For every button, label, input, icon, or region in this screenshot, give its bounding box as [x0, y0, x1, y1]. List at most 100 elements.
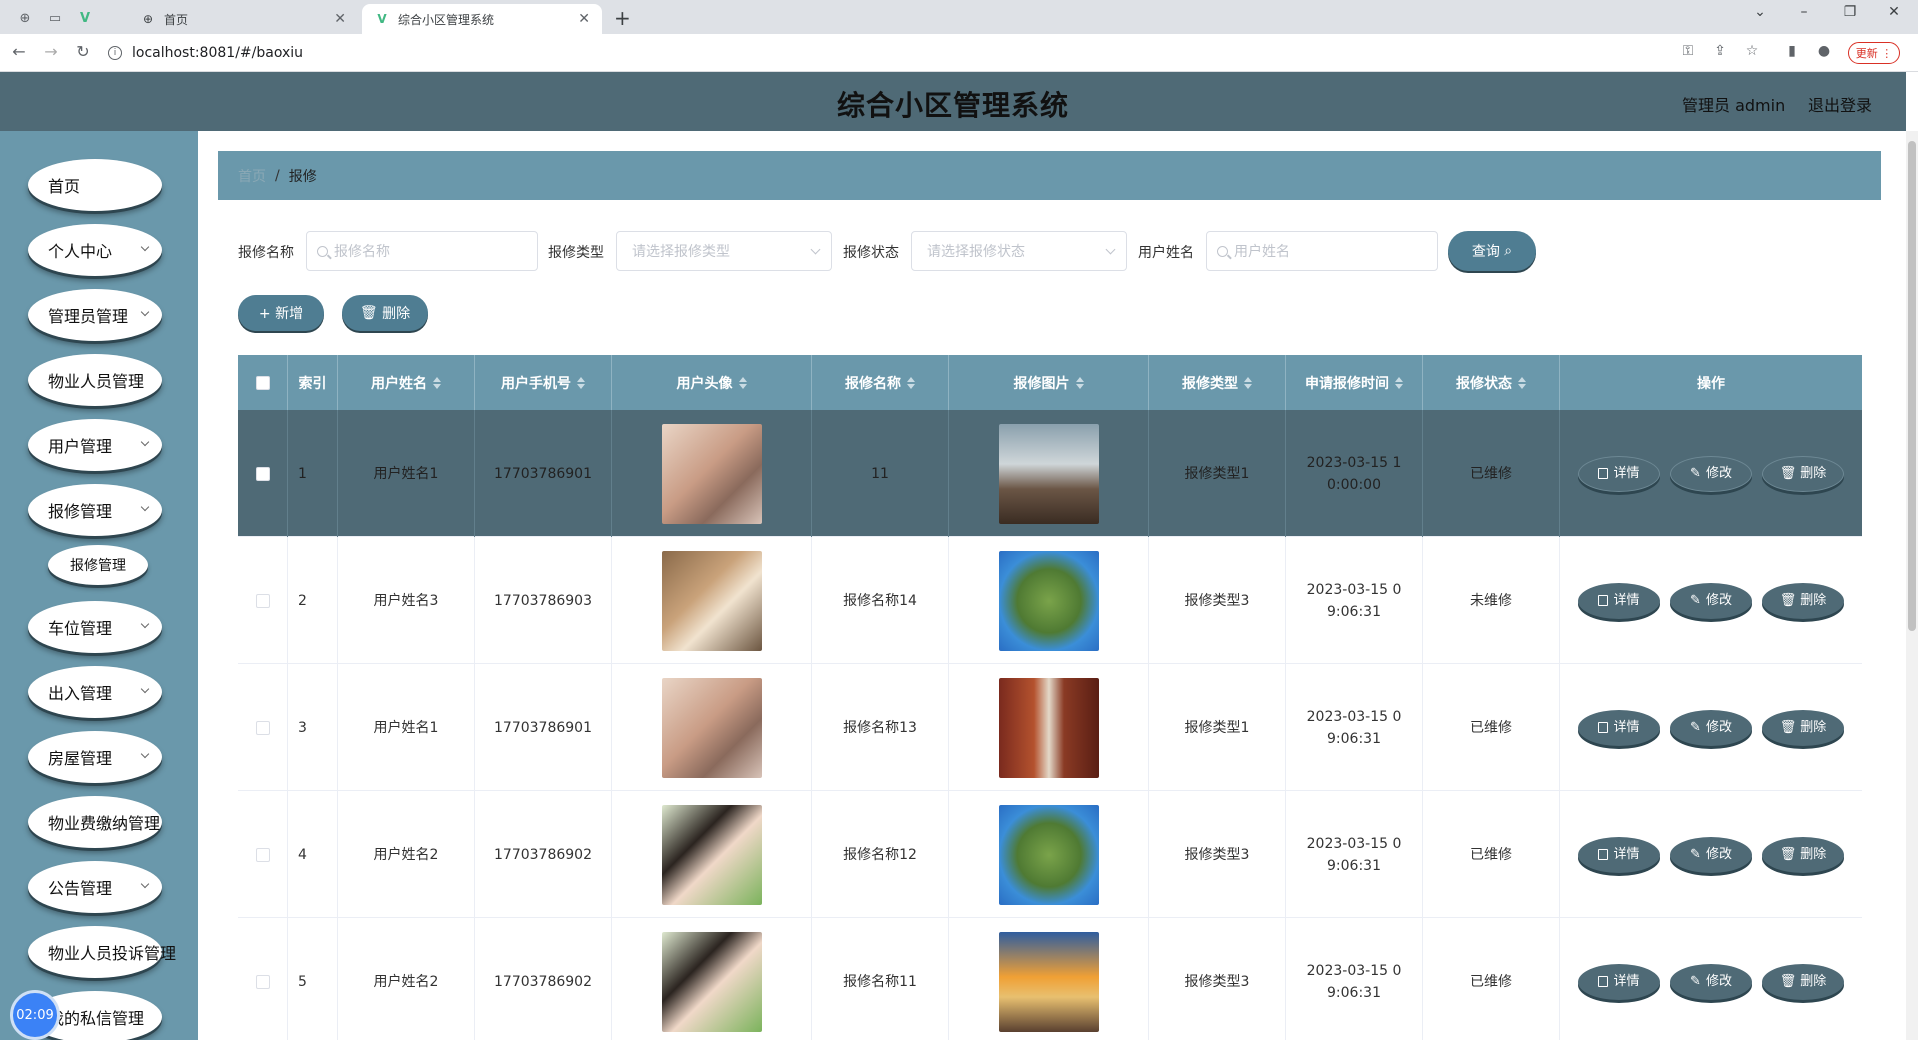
url-input[interactable]: i localhost:8081/#/baoxiu — [108, 39, 1668, 67]
sort-icon[interactable] — [577, 376, 585, 389]
repair-image[interactable] — [998, 804, 1099, 905]
sidebar-item-admins[interactable]: 管理员管理 — [28, 289, 162, 341]
add-button[interactable]: + 新增 — [238, 295, 324, 331]
browser-tab-active[interactable]: V 综合小区管理系统 ✕ — [362, 4, 602, 34]
avatar-image[interactable] — [661, 931, 762, 1032]
sidebar-item-complaints[interactable]: 物业人员投诉管理 — [28, 926, 176, 978]
profile-icon[interactable]: ● — [1814, 43, 1834, 59]
edit-button[interactable]: ✎ 修改 — [1670, 709, 1752, 746]
detail-button[interactable]: 详情 — [1578, 455, 1660, 492]
back-icon[interactable]: ← — [8, 42, 30, 61]
sidebar-item-notices[interactable]: 公告管理 — [28, 861, 162, 913]
new-tab-button[interactable]: + — [614, 6, 631, 30]
scrollbar-thumb[interactable] — [1908, 141, 1916, 631]
detail-button[interactable]: 详情 — [1578, 836, 1660, 873]
sort-icon[interactable] — [1395, 376, 1403, 389]
repair-image[interactable] — [998, 931, 1099, 1032]
sidebar-item-staff[interactable]: 物业人员管理 — [28, 354, 162, 406]
sidebar-item-users[interactable]: 用户管理 — [28, 419, 162, 471]
sort-icon[interactable] — [1244, 376, 1252, 389]
detail-button[interactable]: 详情 — [1578, 582, 1660, 619]
page-scrollbar[interactable] — [1906, 131, 1918, 1040]
breadcrumb-home[interactable]: 首页 — [238, 166, 266, 186]
col-time[interactable]: 申请报修时间 — [1286, 355, 1423, 410]
select-all-checkbox[interactable] — [255, 375, 270, 390]
star-icon[interactable]: ☆ — [1742, 43, 1762, 59]
col-avatar[interactable]: 用户头像 — [612, 355, 812, 410]
key-icon[interactable]: ⚿ — [1678, 43, 1698, 59]
vue-icon[interactable]: V — [74, 7, 96, 29]
info-icon[interactable]: i — [108, 46, 122, 60]
table-row[interactable]: 2 用户姓名3 17703786903 报修名称14 报修类型3 2023-03-15 0… — [238, 537, 1862, 664]
col-status[interactable]: 报修状态 — [1423, 355, 1560, 410]
edit-button[interactable]: ✎ 修改 — [1670, 836, 1752, 873]
reload-icon[interactable]: ↻ — [72, 42, 94, 61]
row-checkbox[interactable] — [255, 593, 270, 608]
sort-icon[interactable] — [433, 376, 441, 389]
sidebar-item-fees[interactable]: 物业费缴纳管理 — [28, 796, 162, 848]
edit-button[interactable]: ✎ 修改 — [1670, 455, 1752, 492]
avatar-image[interactable] — [661, 677, 762, 778]
query-button[interactable]: 查询 ⌕ — [1448, 231, 1536, 271]
sort-icon[interactable] — [1518, 376, 1526, 389]
avatar-image[interactable] — [661, 804, 762, 905]
table-row[interactable]: 1 用户姓名1 17703786901 11 报修类型1 2023-03-15 10:00… — [238, 410, 1862, 537]
globe-icon[interactable]: ⊕ — [14, 7, 36, 29]
repair-image[interactable] — [998, 423, 1099, 524]
delete-button[interactable]: 🗑 删除 — [1762, 582, 1844, 619]
sidebar-item-home[interactable]: 首页 — [28, 159, 162, 211]
close-icon[interactable]: ✕ — [334, 11, 346, 27]
select-repair-status[interactable]: 请选择报修状态 — [911, 231, 1127, 271]
table-row[interactable]: 4 用户姓名2 17703786902 报修名称12 报修类型3 2023-03-15 0… — [238, 791, 1862, 918]
sidebar-item-access[interactable]: 出入管理 — [28, 666, 162, 718]
sort-icon[interactable] — [1075, 376, 1084, 389]
select-repair-type[interactable]: 请选择报修类型 — [616, 231, 832, 271]
avatar-image[interactable] — [661, 423, 762, 524]
search-input-title[interactable]: 报修名称 — [306, 231, 538, 271]
sidebar-item-repairs[interactable]: 报修管理 — [28, 484, 162, 536]
search-input-username[interactable]: 用户姓名 — [1206, 231, 1438, 271]
minimize-button[interactable]: – — [1784, 4, 1824, 20]
edit-button[interactable]: ✎ 修改 — [1670, 582, 1752, 619]
row-checkbox[interactable] — [255, 466, 270, 481]
close-icon[interactable]: ✕ — [578, 11, 590, 27]
col-type[interactable]: 报修类型 — [1149, 355, 1286, 410]
sidebar-item-profile[interactable]: 个人中心 — [28, 224, 162, 276]
bulk-delete-button[interactable]: 🗑 删除 — [342, 295, 428, 331]
share-icon[interactable]: ⇪ — [1710, 43, 1730, 59]
sort-icon[interactable] — [738, 376, 747, 389]
browser-tab-home[interactable]: ⊕ 首页 ✕ — [128, 4, 358, 34]
close-window-button[interactable]: ✕ — [1874, 4, 1914, 20]
row-checkbox[interactable] — [255, 847, 270, 862]
col-phone[interactable]: 用户手机号 — [475, 355, 612, 410]
delete-button[interactable]: 🗑 删除 — [1762, 455, 1844, 492]
clock-badge[interactable]: 02:09 — [10, 990, 60, 1040]
sidepanel-icon[interactable]: ▮ — [1782, 43, 1802, 59]
delete-button[interactable]: 🗑 删除 — [1762, 709, 1844, 746]
detail-button[interactable]: 详情 — [1578, 963, 1660, 1000]
avatar-image[interactable] — [661, 550, 762, 651]
sidebar-subitem-repairs[interactable]: 报修管理 — [48, 545, 148, 585]
sidebar-item-parking[interactable]: 车位管理 — [28, 601, 162, 653]
repair-image[interactable] — [998, 550, 1099, 651]
sidebar-item-houses[interactable]: 房屋管理 — [28, 731, 162, 783]
col-title[interactable]: 报修名称 — [812, 355, 949, 410]
sort-icon[interactable] — [907, 376, 915, 389]
delete-button[interactable]: 🗑 删除 — [1762, 836, 1844, 873]
page-icon[interactable]: ▭ — [44, 7, 66, 29]
repair-image[interactable] — [998, 677, 1099, 778]
tab-search-icon[interactable]: ⌄ — [1740, 4, 1780, 20]
edit-button[interactable]: ✎ 修改 — [1670, 963, 1752, 1000]
detail-button[interactable]: 详情 — [1578, 709, 1660, 746]
col-name[interactable]: 用户姓名 — [338, 355, 475, 410]
table-row[interactable]: 3 用户姓名1 17703786901 报修名称13 报修类型1 2023-03-15 0… — [238, 664, 1862, 791]
update-button[interactable]: 更新 ⋮ — [1848, 42, 1900, 64]
row-checkbox[interactable] — [255, 974, 270, 989]
row-checkbox[interactable] — [255, 720, 270, 735]
forward-icon[interactable]: → — [40, 42, 62, 61]
logout-link[interactable]: 退出登录 — [1808, 92, 1872, 116]
delete-button[interactable]: 🗑 删除 — [1762, 963, 1844, 1000]
col-image[interactable]: 报修图片 — [949, 355, 1149, 410]
table-row[interactable]: 5 用户姓名2 17703786902 报修名称11 报修类型3 2023-03-15 0… — [238, 918, 1862, 1040]
restore-button[interactable]: ❐ — [1830, 4, 1870, 20]
